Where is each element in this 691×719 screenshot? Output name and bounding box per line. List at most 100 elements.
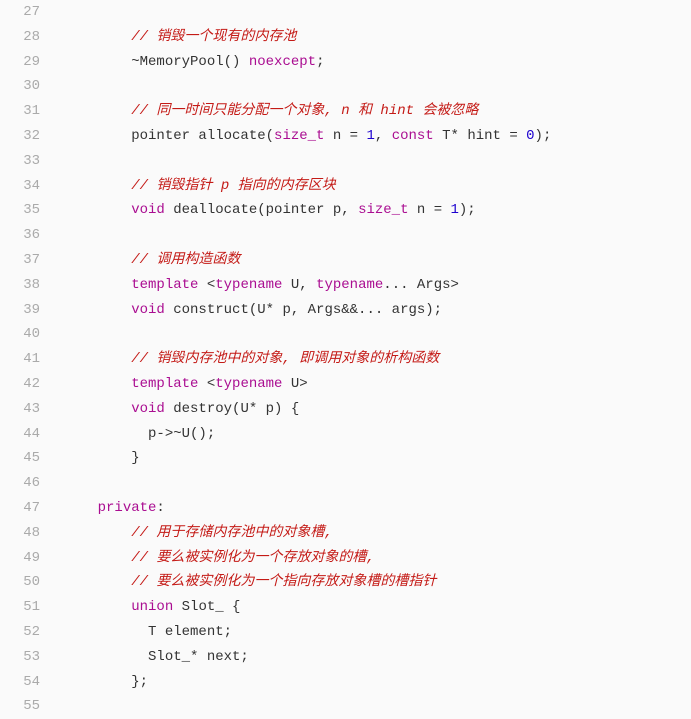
token-plain: ); <box>459 202 476 218</box>
token-plain: Slot_ { <box>173 599 240 615</box>
code-line[interactable]: // 销毁一个现有的内存池 <box>64 25 691 50</box>
code-line[interactable] <box>64 694 691 719</box>
code-line[interactable]: T element; <box>64 620 691 645</box>
code-line[interactable]: ~MemoryPool() noexcept; <box>64 50 691 75</box>
code-line[interactable]: void deallocate(pointer p, size_t n = 1)… <box>64 198 691 223</box>
line-number: 41 <box>0 347 40 372</box>
line-number: 45 <box>0 446 40 471</box>
token-indent <box>64 624 148 640</box>
token-comment: // 要么被实例化为一个指向存放对象槽的槽指针 <box>131 574 436 590</box>
code-line[interactable]: // 销毁指针 p 指向的内存区块 <box>64 174 691 199</box>
token-plain: ~MemoryPool() <box>131 54 249 70</box>
line-number: 38 <box>0 273 40 298</box>
token-plain: , <box>375 128 392 144</box>
code-line[interactable]: // 要么被实例化为一个指向存放对象槽的槽指针 <box>64 570 691 595</box>
line-number: 46 <box>0 471 40 496</box>
line-number: 35 <box>0 198 40 223</box>
code-line[interactable]: void destroy(U* p) { <box>64 397 691 422</box>
line-number: 40 <box>0 322 40 347</box>
token-indent <box>64 674 131 690</box>
code-line[interactable]: p->~U(); <box>64 422 691 447</box>
token-indent <box>64 574 131 590</box>
token-keyword: template <box>131 376 198 392</box>
code-line[interactable] <box>64 322 691 347</box>
token-comment: // 要么被实例化为一个存放对象的槽, <box>131 550 375 566</box>
token-indent <box>64 450 131 466</box>
code-line[interactable] <box>64 471 691 496</box>
token-keyword: private <box>98 500 157 516</box>
token-indent <box>64 401 131 417</box>
token-indent <box>64 29 131 45</box>
line-number: 27 <box>0 0 40 25</box>
line-number: 30 <box>0 74 40 99</box>
token-keyword: noexcept <box>249 54 316 70</box>
code-line[interactable]: union Slot_ { <box>64 595 691 620</box>
code-line[interactable]: // 同一时间只能分配一个对象, n 和 hint 会被忽略 <box>64 99 691 124</box>
code-line[interactable]: template <typename U, typename... Args> <box>64 273 691 298</box>
code-line[interactable]: private: <box>64 496 691 521</box>
code-line[interactable]: // 调用构造函数 <box>64 248 691 273</box>
token-indent <box>64 202 131 218</box>
code-line[interactable]: // 用于存储内存池中的对象槽, <box>64 521 691 546</box>
token-plain: deallocate(pointer p, <box>165 202 358 218</box>
token-keyword: typename <box>215 277 282 293</box>
line-number: 28 <box>0 25 40 50</box>
code-line[interactable] <box>64 0 691 25</box>
token-indent <box>64 426 148 442</box>
token-indent <box>64 525 131 541</box>
line-number: 36 <box>0 223 40 248</box>
line-number: 33 <box>0 149 40 174</box>
token-keyword: template <box>131 277 198 293</box>
token-plain: U> <box>282 376 307 392</box>
line-number: 42 <box>0 372 40 397</box>
line-number: 53 <box>0 645 40 670</box>
code-line[interactable]: }; <box>64 670 691 695</box>
token-indent <box>64 376 131 392</box>
code-line[interactable]: } <box>64 446 691 471</box>
token-plain: T element; <box>148 624 232 640</box>
token-keyword: const <box>392 128 434 144</box>
token-plain: T* hint = <box>434 128 526 144</box>
token-keyword: void <box>131 202 165 218</box>
line-number: 34 <box>0 174 40 199</box>
code-line[interactable] <box>64 223 691 248</box>
token-comment: // 销毁一个现有的内存池 <box>131 29 296 45</box>
token-indent <box>64 54 131 70</box>
token-num: 1 <box>366 128 374 144</box>
token-indent <box>64 351 131 367</box>
token-keyword: union <box>131 599 173 615</box>
line-number-gutter: 2728293031323334353637383940414243444546… <box>0 0 56 719</box>
line-number: 39 <box>0 298 40 323</box>
token-plain: destroy(U* p) { <box>165 401 299 417</box>
token-plain: } <box>131 450 139 466</box>
token-plain: p->~U(); <box>148 426 215 442</box>
code-line[interactable] <box>64 74 691 99</box>
line-number: 31 <box>0 99 40 124</box>
code-line[interactable]: Slot_* next; <box>64 645 691 670</box>
code-line[interactable]: void construct(U* p, Args&&... args); <box>64 298 691 323</box>
token-plain: : <box>156 500 164 516</box>
token-keyword: void <box>131 401 165 417</box>
code-line[interactable]: // 销毁内存池中的对象, 即调用对象的析构函数 <box>64 347 691 372</box>
token-plain: Slot_* next; <box>148 649 249 665</box>
line-number: 49 <box>0 546 40 571</box>
code-line[interactable]: pointer allocate(size_t n = 1, const T* … <box>64 124 691 149</box>
token-indent <box>64 178 131 194</box>
line-number: 44 <box>0 422 40 447</box>
token-indent <box>64 599 131 615</box>
token-comment: // 同一时间只能分配一个对象, n 和 hint 会被忽略 <box>131 103 478 119</box>
code-editor-area[interactable]: // 销毁一个现有的内存池 ~MemoryPool() noexcept; //… <box>56 0 691 719</box>
token-num: 0 <box>526 128 534 144</box>
line-number: 43 <box>0 397 40 422</box>
token-indent <box>64 550 131 566</box>
code-line[interactable]: template <typename U> <box>64 372 691 397</box>
code-line[interactable]: // 要么被实例化为一个存放对象的槽, <box>64 546 691 571</box>
line-number: 51 <box>0 595 40 620</box>
token-comment: // 销毁指针 p 指向的内存区块 <box>131 178 335 194</box>
code-line[interactable] <box>64 149 691 174</box>
line-number: 32 <box>0 124 40 149</box>
line-number: 55 <box>0 694 40 719</box>
line-number: 52 <box>0 620 40 645</box>
token-keyword: typename <box>215 376 282 392</box>
token-plain: ... Args> <box>383 277 459 293</box>
